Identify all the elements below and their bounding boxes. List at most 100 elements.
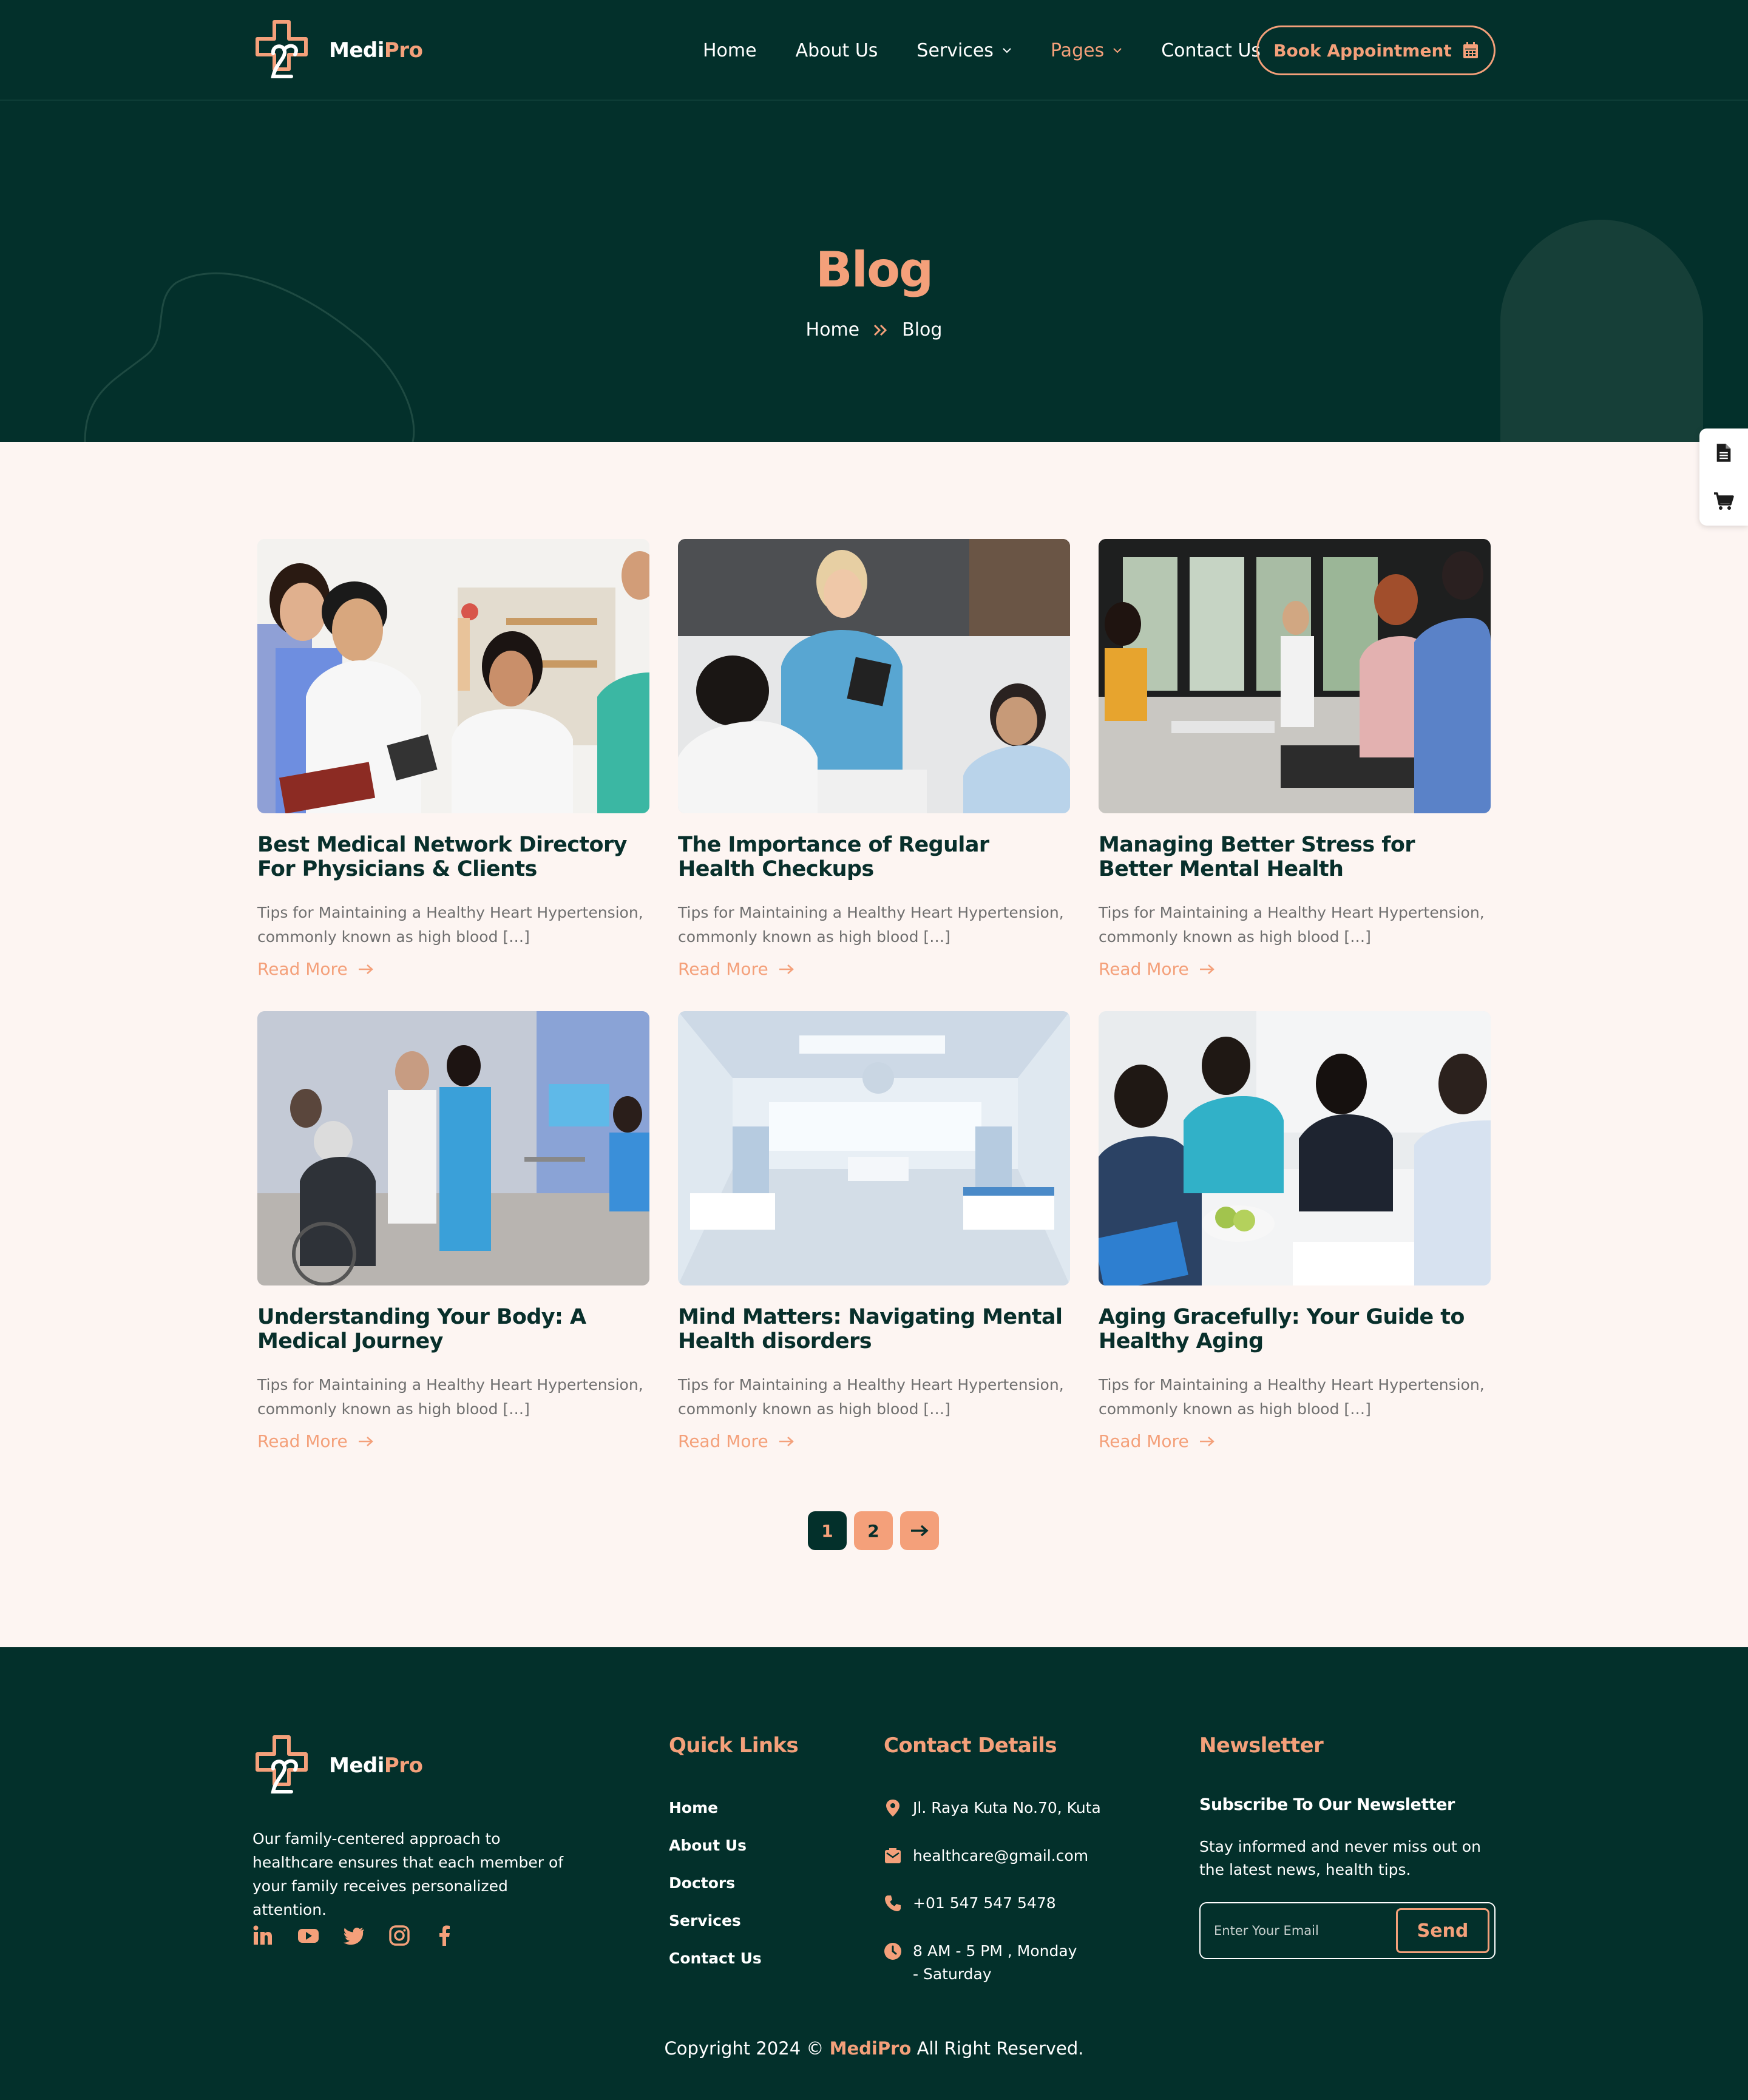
footer-brand-logo[interactable]: MediPro	[251, 1733, 423, 1798]
quick-links-heading: Quick Links	[669, 1733, 799, 1758]
nav-item-about[interactable]: About Us	[796, 40, 878, 61]
nav-label: About Us	[795, 39, 878, 61]
newsletter-subheading: Subscribe To Our Newsletter	[1199, 1795, 1455, 1814]
read-more-label: Read More	[1099, 1431, 1189, 1451]
contact-phone[interactable]: +01 547 547 5478	[884, 1892, 1056, 1915]
footer-link-contact[interactable]: Contact Us	[669, 1949, 762, 1987]
nurse-briefing-photo	[678, 539, 1070, 813]
post-title[interactable]: Best Medical Network Directory For Physi…	[257, 833, 649, 881]
main-menu: Home About Us Services Pages Contact Us	[703, 0, 1299, 101]
page-hero: Blog Home Blog	[0, 101, 1748, 442]
copyright-text: Copyright 2024 © MediPro All Right Reser…	[0, 2038, 1748, 2059]
post-thumbnail[interactable]	[1099, 1011, 1491, 1285]
breadcrumb-current: Blog	[902, 319, 943, 340]
clinic-wheelchair-photo	[257, 1011, 649, 1285]
page-2-button[interactable]: 2	[854, 1511, 893, 1550]
book-appointment-button[interactable]: Book Appointment	[1256, 25, 1496, 75]
copyright-brand[interactable]: MediPro	[830, 2038, 912, 2059]
footer-link-services[interactable]: Services	[669, 1912, 762, 1949]
read-more-link[interactable]: Read More	[678, 1431, 1070, 1451]
medical-cross-logo-icon	[256, 1735, 308, 1793]
arrow-right-icon	[911, 1525, 929, 1537]
handshake-meeting-photo	[1099, 1011, 1491, 1285]
blog-card: Mind Matters: Navigating Mental Health d…	[678, 1011, 1070, 1451]
calendar-icon	[1463, 42, 1478, 58]
brand-name-main: Medi	[329, 1753, 384, 1778]
read-more-label: Read More	[257, 959, 348, 979]
cart-button[interactable]	[1699, 477, 1748, 526]
brand-name: MediPro	[329, 38, 423, 63]
post-thumbnail[interactable]	[678, 539, 1070, 813]
instagram-icon	[389, 1925, 410, 1946]
post-excerpt: Tips for Maintaining a Healthy Heart Hyp…	[1099, 1376, 1485, 1418]
cart-icon	[1714, 492, 1734, 510]
footer-link-about[interactable]: About Us	[669, 1837, 762, 1874]
facebook-icon	[439, 1925, 450, 1946]
twitter-icon	[344, 1928, 364, 1945]
twitter-link[interactable]	[342, 1924, 365, 1947]
arrow-right-icon	[358, 964, 373, 974]
page-1-button[interactable]: 1	[808, 1511, 847, 1550]
post-title[interactable]: Mind Matters: Navigating Mental Health d…	[678, 1305, 1070, 1353]
email-text: healthcare@gmail.com	[913, 1847, 1089, 1865]
newsletter-email-input[interactable]	[1214, 1923, 1390, 1938]
nav-item-home[interactable]: Home	[703, 40, 757, 61]
newsletter-heading: Newsletter	[1199, 1733, 1324, 1758]
read-more-label: Read More	[678, 959, 768, 979]
read-more-label: Read More	[257, 1431, 348, 1451]
read-more-link[interactable]: Read More	[1099, 959, 1491, 979]
nav-item-contact[interactable]: Contact Us	[1161, 40, 1261, 61]
copyright-prefix: Copyright 2024 ©	[664, 2038, 824, 2059]
map-pin-icon	[886, 1800, 899, 1817]
copyright-suffix: All Right Reserved.	[916, 2038, 1084, 2059]
brand-name-main: Medi	[329, 38, 384, 63]
footer-link-home[interactable]: Home	[669, 1799, 762, 1837]
post-title[interactable]: Managing Better Stress for Better Mental…	[1099, 833, 1491, 881]
waiting-room-photo	[1099, 539, 1491, 813]
brand-logo[interactable]: MediPro	[251, 18, 423, 83]
youtube-link[interactable]	[297, 1924, 320, 1947]
newsletter-form: Send	[1199, 1902, 1496, 1959]
hours-text: 8 AM - 5 PM , Monday - Saturday	[913, 1942, 1077, 1983]
blog-card: Managing Better Stress for Better Mental…	[1099, 539, 1491, 979]
phone-icon	[885, 1895, 901, 1911]
post-excerpt: Tips for Maintaining a Healthy Heart Hyp…	[257, 1376, 643, 1418]
nav-label: Pages	[1050, 39, 1105, 61]
quick-links-list: Home About Us Doctors Services Contact U…	[669, 1799, 762, 1987]
next-page-button[interactable]	[900, 1511, 939, 1550]
blog-card: Aging Gracefully: Your Guide to Healthy …	[1099, 1011, 1491, 1451]
brand-name-accent: Pro	[384, 38, 423, 63]
social-links	[251, 1924, 479, 1947]
nav-item-pages[interactable]: Pages	[1051, 40, 1122, 61]
document-icon	[1716, 444, 1731, 462]
post-title[interactable]: Understanding Your Body: A Medical Journ…	[257, 1305, 649, 1353]
contact-address: Jl. Raya Kuta No.70, Kuta	[884, 1797, 1101, 1820]
instagram-link[interactable]	[388, 1924, 411, 1947]
contact-hours: 8 AM - 5 PM , Monday - Saturday	[884, 1940, 1078, 1986]
newsletter-description: Stay informed and never miss out on the …	[1199, 1838, 1481, 1878]
contact-email[interactable]: healthcare@gmail.com	[884, 1844, 1088, 1868]
post-excerpt: Tips for Maintaining a Healthy Heart Hyp…	[1099, 904, 1485, 946]
facebook-link[interactable]	[433, 1924, 456, 1947]
post-thumbnail[interactable]	[257, 539, 649, 813]
floating-side-widget	[1699, 428, 1748, 526]
footer-link-doctors[interactable]: Doctors	[669, 1874, 762, 1912]
brand-name-accent: Pro	[384, 1753, 423, 1778]
contact-details-heading: Contact Details	[884, 1733, 1057, 1758]
linkedin-link[interactable]	[251, 1924, 274, 1947]
arrow-right-icon	[779, 964, 794, 974]
read-more-link[interactable]: Read More	[678, 959, 1070, 979]
post-thumbnail[interactable]	[1099, 539, 1491, 813]
read-more-link[interactable]: Read More	[257, 1431, 649, 1451]
nav-item-services[interactable]: Services	[916, 40, 1012, 61]
breadcrumb-home[interactable]: Home	[806, 319, 860, 340]
post-thumbnail[interactable]	[678, 1011, 1070, 1285]
newsletter-send-button[interactable]: Send	[1396, 1908, 1489, 1953]
post-thumbnail[interactable]	[257, 1011, 649, 1285]
documentation-button[interactable]	[1699, 428, 1748, 477]
nav-label: Home	[703, 39, 757, 61]
read-more-link[interactable]: Read More	[257, 959, 649, 979]
post-title[interactable]: Aging Gracefully: Your Guide to Healthy …	[1099, 1305, 1491, 1353]
post-title[interactable]: The Importance of Regular Health Checkup…	[678, 833, 1070, 881]
read-more-link[interactable]: Read More	[1099, 1431, 1491, 1451]
